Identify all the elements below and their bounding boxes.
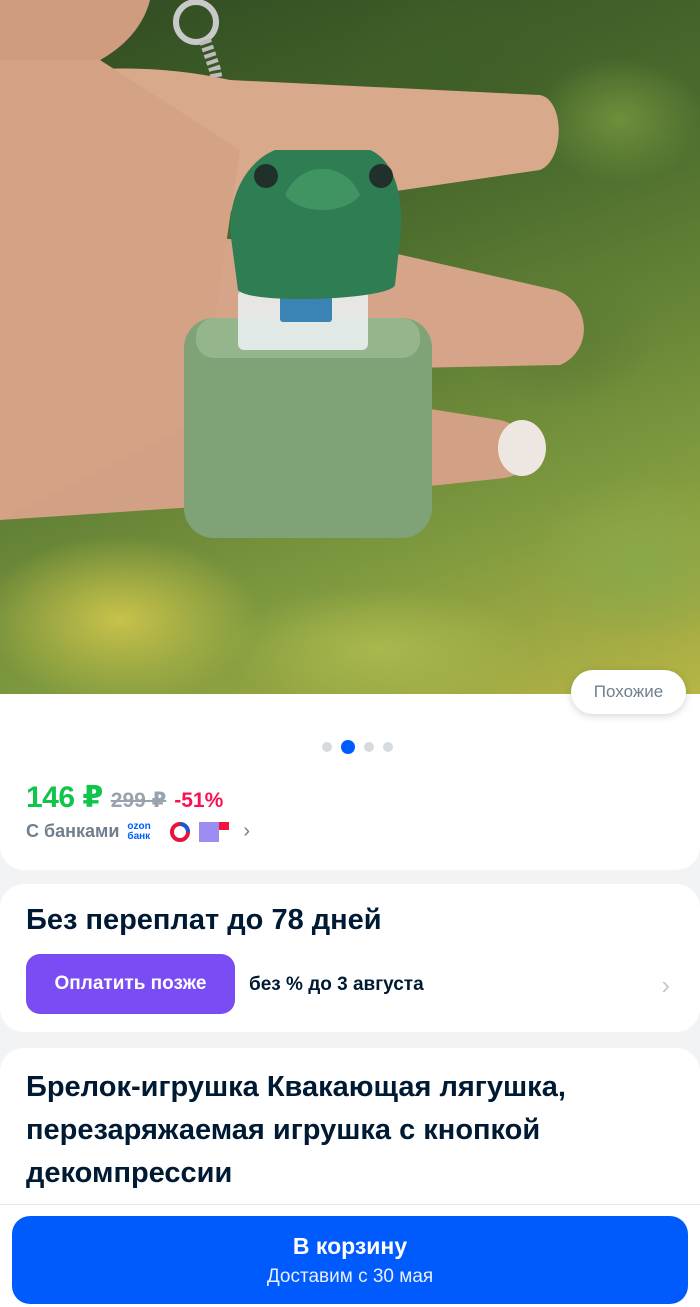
banks-label: С банками (26, 821, 120, 841)
pagination-dot-active[interactable] (341, 740, 355, 754)
current-price: 146 ₽ (26, 781, 103, 814)
bank-ring-icon (170, 821, 191, 842)
product-photo[interactable] (0, 0, 700, 694)
add-to-cart-label: В корзину (292, 1232, 408, 1259)
installment-description: без % до 3 августа (249, 974, 424, 995)
pay-later-button[interactable]: Оплатить позже (26, 954, 235, 1014)
pagination-dot[interactable] (322, 742, 332, 752)
pagination-dot[interactable] (364, 742, 374, 752)
chevron-right-icon[interactable]: › (661, 970, 670, 1001)
delivery-date: Доставим с 30 мая (266, 1265, 434, 1287)
banks-offer[interactable]: С банками ozon банк › (26, 820, 250, 843)
bank-square-icon (199, 821, 230, 842)
discount-badge: -51% (174, 789, 224, 812)
chevron-right-icon: › (243, 820, 251, 842)
frog-cap (230, 150, 402, 300)
gallery-pagination (322, 740, 393, 754)
product-image (0, 0, 584, 538)
add-to-cart-button[interactable]: В корзину Доставим с 30 мая (12, 1216, 688, 1304)
price-card: 146 ₽ 299 ₽ -51% С банками ozon банк › (0, 694, 700, 870)
cart-bar: В корзину Доставим с 30 мая (0, 1204, 700, 1307)
toy-keycap (184, 290, 432, 538)
installment-title: Без переплат до 78 дней (26, 904, 382, 936)
similar-button[interactable]: Похожие (571, 670, 686, 714)
old-price: 299 ₽ (110, 789, 167, 812)
product-title: Брелок-игрушка Квакающая лягушка, переза… (26, 1071, 566, 1189)
price-row: 146 ₽ 299 ₽ -51% (26, 780, 223, 815)
pagination-dot[interactable] (383, 742, 393, 752)
ozon-bank-logo: ozon банк (127, 821, 161, 842)
ozon-bank-logo-bottom: банк (127, 830, 151, 842)
installment-card[interactable]: Без переплат до 78 дней Оплатить позже б… (0, 884, 700, 1032)
